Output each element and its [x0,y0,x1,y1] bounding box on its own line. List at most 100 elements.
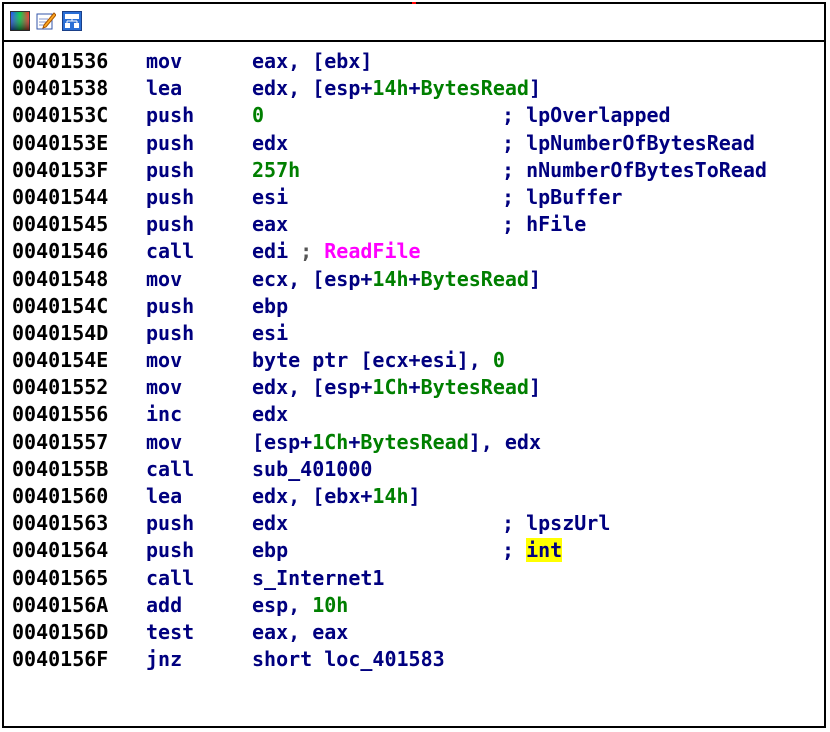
code-line[interactable]: 00401548 mov ecx, [esp+14h+BytesRead] [12,266,824,293]
mnemonic: push [146,103,195,128]
operand-token: edx [252,402,289,427]
mnemonic: mov [146,375,183,400]
mnemonic: inc [146,402,183,427]
address-label: 00401563 [12,511,109,536]
operand-token[interactable]: BytesRead [421,375,529,399]
address-label: 0040153C [12,103,109,128]
operands: edx [252,510,288,537]
operands: 0 [252,102,264,129]
operand-token: edx [252,130,289,155]
highlighted-token: int [526,538,563,563]
operands: short loc_401583 [252,646,445,673]
address-label: 00401560 [12,484,109,508]
operand-token: short loc_401583 [252,647,445,672]
code-line[interactable]: 00401564 push ebp; int [12,537,824,564]
comment: ; lpNumberOfBytesRead [502,130,755,157]
operand-token: ; [300,239,325,264]
mnemonic: mov [146,266,183,291]
numeric-operand: 10h [312,592,349,617]
code-line[interactable]: 0040153E push edx ; lpNumberOfBytesRead [12,130,824,157]
numeric-operand: 0 [252,103,265,128]
mnemonic: mov [146,348,183,373]
code-line[interactable]: 0040154C push ebp [12,293,824,320]
flowchart-icon[interactable] [62,11,82,31]
operand-token[interactable]: BytesRead [360,430,468,454]
code-line[interactable]: 0040153F push 257h ; nNumberOfBytesToRead [12,157,824,184]
operands: ebp [252,293,288,320]
code-line[interactable]: 0040154D push esi [12,320,824,347]
mnemonic: lea [146,76,183,101]
comment: ; int [502,537,563,564]
operand-token: eax, eax [252,619,349,644]
operands: eax, [ebx] [252,48,372,75]
graph-overview-icon[interactable] [10,11,30,31]
operands: edx, [esp+14h+BytesRead] [252,75,541,102]
operands: esi [252,184,288,211]
mnemonic: push [146,184,195,209]
comment: ; nNumberOfBytesToRead [502,157,767,184]
numeric-operand: 14h [372,266,409,291]
operands: 257h [252,157,300,184]
mnemonic: push [146,511,195,536]
operands: edx [252,401,288,428]
comment-text: ; lpNumberOfBytesRead [502,130,755,155]
mnemonic: call [146,565,195,590]
operand-token: byte ptr [ecx+esi], [252,348,493,373]
address-label: 0040156A [12,592,109,617]
code-line[interactable]: 00401536 mov eax, [ebx] [12,48,824,75]
operand-token: s_Internet1 [252,565,385,590]
numeric-operand: 14h [372,484,409,508]
comment-text: ; lpszUrl [502,511,611,536]
operand-token: [esp+ [252,429,313,454]
address-label: 0040153F [12,157,109,182]
code-line[interactable]: 00401552 mov edx, [esp+1Ch+BytesRead] [12,374,824,401]
code-line[interactable]: 00401544 push esi ; lpBuffer [12,184,824,211]
edit-icon[interactable] [36,11,56,31]
code-line[interactable]: 00401560 lea edx, [ebx+14h] [12,483,824,510]
mnemonic: lea [146,484,183,508]
address-label: 00401565 [12,565,109,590]
code-line[interactable]: 00401563 push edx ; lpszUrl [12,510,824,537]
operand-token: edx, [ebx+ [252,484,373,508]
code-line[interactable]: 0040155B call sub_401000 [12,456,824,483]
comment-text: ; nNumberOfBytesToRead [502,157,767,182]
operand-token: + [408,76,421,101]
code-line[interactable]: 0040156A add esp, 10h [12,592,824,619]
address-label: 00401546 [12,239,109,264]
code-line[interactable]: 00401538 lea edx, [esp+14h+BytesRead] [12,75,824,102]
operand-token: sub_401000 [252,456,373,481]
address-label: 00401564 [12,538,109,563]
operands: byte ptr [ecx+esi], 0 [252,347,505,374]
operand-token: esp, [252,592,313,617]
code-line[interactable]: 00401545 push eax ; hFile [12,211,824,238]
window-titlebar [4,4,824,42]
operand-token[interactable]: BytesRead [421,76,529,100]
operand-token: ] [528,375,542,400]
address-label: 0040156F [12,647,109,672]
code-line[interactable]: 00401546 call edi ; ReadFile [12,238,824,265]
operands: sub_401000 [252,456,372,483]
address-label: 00401544 [12,184,109,209]
comment-text: ; [502,538,527,563]
code-line[interactable]: 00401557 mov [esp+1Ch+BytesRead], edx [12,429,824,456]
code-line[interactable]: 0040154E mov byte ptr [ecx+esi], 0 [12,347,824,374]
code-line[interactable]: 00401565 call s_Internet1 [12,565,824,592]
code-line[interactable]: 00401556 inc edx [12,401,824,428]
comment-text: ; lpOverlapped [502,103,671,128]
code-line[interactable]: 0040156D test eax, eax [12,619,824,646]
numeric-operand: 1Ch [312,429,349,454]
code-line[interactable]: 0040153C push 0 ; lpOverlapped [12,102,824,129]
mnemonic: mov [146,429,183,454]
code-line[interactable]: 0040156F jnz short loc_401583 [12,646,824,673]
operand-token[interactable]: BytesRead [421,267,529,291]
disassembly-listing: 00401536 mov eax, [ebx] 00401538 lea edx, [es… [12,48,824,726]
operand-token: esi [252,184,289,209]
api-name[interactable]: ReadFile [324,239,420,263]
numeric-operand: 0 [492,348,505,373]
operands: edx [252,130,288,157]
operands: ebp [252,537,288,564]
operand-token: edx [252,511,289,536]
comment-text: ; hFile [502,212,587,237]
address-label: 0040153E [12,130,109,155]
operand-token: ], edx [468,429,542,454]
